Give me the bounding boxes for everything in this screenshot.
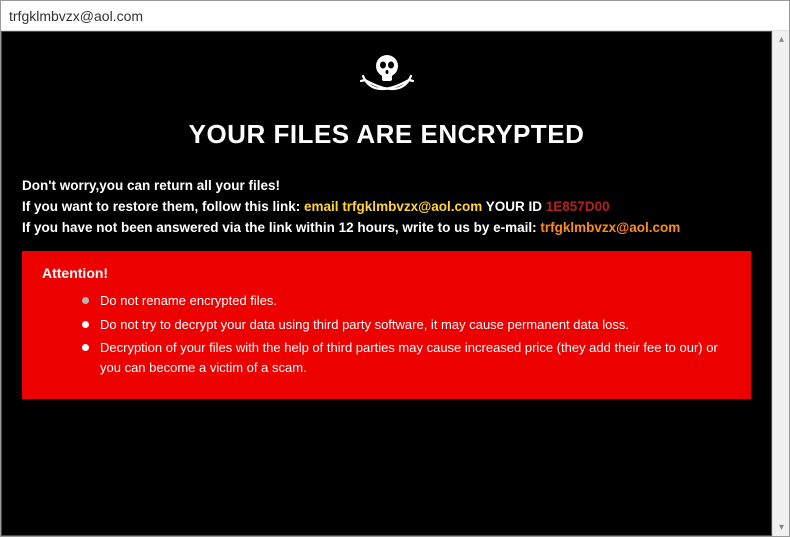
pirate-skull-icon xyxy=(22,50,751,111)
vertical-scrollbar[interactable]: ▴ ▾ xyxy=(772,31,789,536)
main-heading: YOUR FILES ARE ENCRYPTED xyxy=(22,119,751,150)
fallback-instruction: If you have not been answered via the li… xyxy=(22,220,751,235)
contact-email: trfgklmbvzx@aol.com xyxy=(342,199,482,214)
id-label: YOUR ID xyxy=(482,199,546,214)
fallback-email: trfgklmbvzx@aol.com xyxy=(540,220,680,235)
window-titlebar[interactable]: trfgklmbvzx@aol.com xyxy=(1,1,789,31)
list-item: Do not try to decrypt your data using th… xyxy=(82,315,731,335)
scroll-up-icon[interactable]: ▴ xyxy=(773,31,789,48)
email-label: email xyxy=(304,199,342,214)
list-item: Decryption of your files with the help o… xyxy=(82,338,731,377)
intro-text: Don't worry,you can return all your file… xyxy=(22,178,751,193)
window-title: trfgklmbvzx@aol.com xyxy=(9,8,143,24)
ransom-content: YOUR FILES ARE ENCRYPTED Don't worry,you… xyxy=(1,31,772,536)
attention-title: Attention! xyxy=(42,265,731,281)
ransom-window: trfgklmbvzx@aol.com xyxy=(0,0,790,537)
body-area: YOUR FILES ARE ENCRYPTED Don't worry,you… xyxy=(1,31,789,536)
restore-instruction: If you want to restore them, follow this… xyxy=(22,199,751,214)
scroll-down-icon[interactable]: ▾ xyxy=(773,519,789,536)
fallback-prefix: If you have not been answered via the li… xyxy=(22,220,540,235)
attention-box: Attention! Do not rename encrypted files… xyxy=(22,251,751,399)
restore-prefix: If you want to restore them, follow this… xyxy=(22,199,304,214)
victim-id: 1E857D00 xyxy=(546,199,610,214)
list-item: Do not rename encrypted files. xyxy=(82,291,731,311)
attention-list: Do not rename encrypted files. Do not tr… xyxy=(42,291,731,377)
